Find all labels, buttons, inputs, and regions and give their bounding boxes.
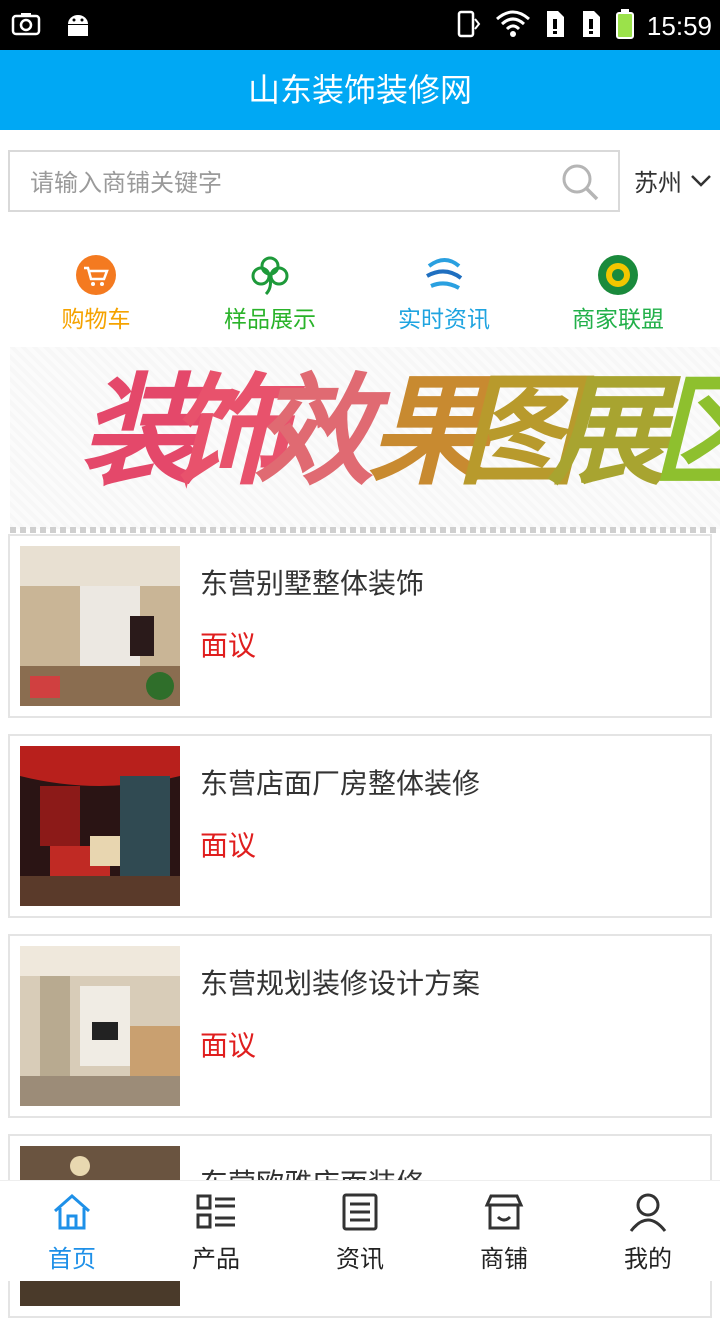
tab-mine[interactable]: 我的 bbox=[576, 1191, 720, 1274]
tab-mine-label: 我的 bbox=[624, 1245, 672, 1273]
city-name: 苏州 bbox=[634, 168, 682, 197]
clover-icon bbox=[249, 254, 291, 296]
banner-char-3: 效 bbox=[254, 361, 374, 502]
status-time: 15:59 bbox=[646, 10, 712, 41]
banner-char-7: 区 bbox=[652, 357, 720, 507]
city-selector[interactable]: 苏州 bbox=[634, 160, 712, 200]
product-price: 面议 bbox=[200, 829, 257, 862]
document-icon bbox=[288, 1191, 432, 1233]
product-thumbnail bbox=[20, 546, 180, 706]
product-price: 面议 bbox=[200, 629, 257, 662]
search-box[interactable] bbox=[8, 150, 620, 212]
search-input[interactable] bbox=[28, 162, 552, 204]
product-title: 东营别墅整体装饰 bbox=[200, 567, 425, 600]
product-card[interactable]: 东营别墅整体装饰 面议 bbox=[8, 534, 712, 718]
quick-nav-alliance[interactable]: 商家联盟 bbox=[538, 248, 698, 334]
alliance-emblem-icon bbox=[597, 254, 639, 296]
promo-banner[interactable]: 装 饰 效 果 图 展 区 bbox=[10, 347, 720, 529]
quick-nav-samples-label: 样品展示 bbox=[224, 307, 316, 333]
product-card[interactable]: 东营店面厂房整体装修 面议 bbox=[8, 734, 712, 918]
tab-shops-label: 商铺 bbox=[480, 1245, 528, 1273]
product-price: 面议 bbox=[200, 1029, 257, 1062]
grid-list-icon bbox=[144, 1191, 288, 1233]
tab-products-label: 产品 bbox=[192, 1245, 240, 1273]
page-title: 山东装饰装修网 bbox=[247, 71, 472, 109]
status-bar: 15:59 bbox=[0, 0, 720, 50]
screenshot-icon bbox=[10, 8, 42, 44]
tab-news-label: 资讯 bbox=[336, 1245, 384, 1273]
product-thumbnail bbox=[20, 946, 180, 1106]
user-icon bbox=[576, 1191, 720, 1233]
sim2-alert-icon bbox=[579, 9, 603, 43]
tab-news[interactable]: 资讯 bbox=[288, 1191, 432, 1274]
news-swirl-icon bbox=[423, 254, 465, 296]
quick-nav-cart[interactable]: 购物车 bbox=[16, 248, 176, 334]
banner-char-6: 展 bbox=[548, 361, 668, 502]
bottom-tab-bar: 首页 产品 资讯 商铺 我的 bbox=[0, 1180, 720, 1281]
quick-nav: 购物车 样品展示 实时资讯 商家联盟 bbox=[0, 248, 720, 338]
quick-nav-alliance-label: 商家联盟 bbox=[572, 307, 664, 333]
sim1-alert-icon bbox=[543, 9, 567, 43]
shopping-cart-icon bbox=[75, 254, 117, 296]
store-icon bbox=[432, 1191, 576, 1233]
vibrate-icon bbox=[455, 9, 483, 43]
search-icon[interactable] bbox=[560, 162, 600, 206]
tab-home-label: 首页 bbox=[48, 1245, 96, 1273]
wifi-icon bbox=[495, 9, 531, 43]
tab-shops[interactable]: 商铺 bbox=[432, 1191, 576, 1274]
app-header: 山东装饰装修网 bbox=[0, 50, 720, 130]
product-thumbnail bbox=[20, 746, 180, 906]
android-icon bbox=[62, 8, 94, 44]
product-title: 东营规划装修设计方案 bbox=[200, 967, 481, 1000]
home-icon bbox=[0, 1191, 144, 1233]
tab-home[interactable]: 首页 bbox=[0, 1191, 144, 1274]
product-title: 东营店面厂房整体装修 bbox=[200, 767, 481, 800]
product-card[interactable]: 东营规划装修设计方案 面议 bbox=[8, 934, 712, 1118]
quick-nav-samples[interactable]: 样品展示 bbox=[190, 248, 350, 334]
quick-nav-news-label: 实时资讯 bbox=[398, 307, 490, 333]
chevron-down-icon bbox=[690, 166, 712, 194]
quick-nav-news[interactable]: 实时资讯 bbox=[364, 248, 524, 334]
quick-nav-cart-label: 购物车 bbox=[61, 307, 131, 333]
banner-divider bbox=[10, 527, 720, 533]
tab-products[interactable]: 产品 bbox=[144, 1191, 288, 1274]
battery-icon bbox=[615, 8, 635, 44]
